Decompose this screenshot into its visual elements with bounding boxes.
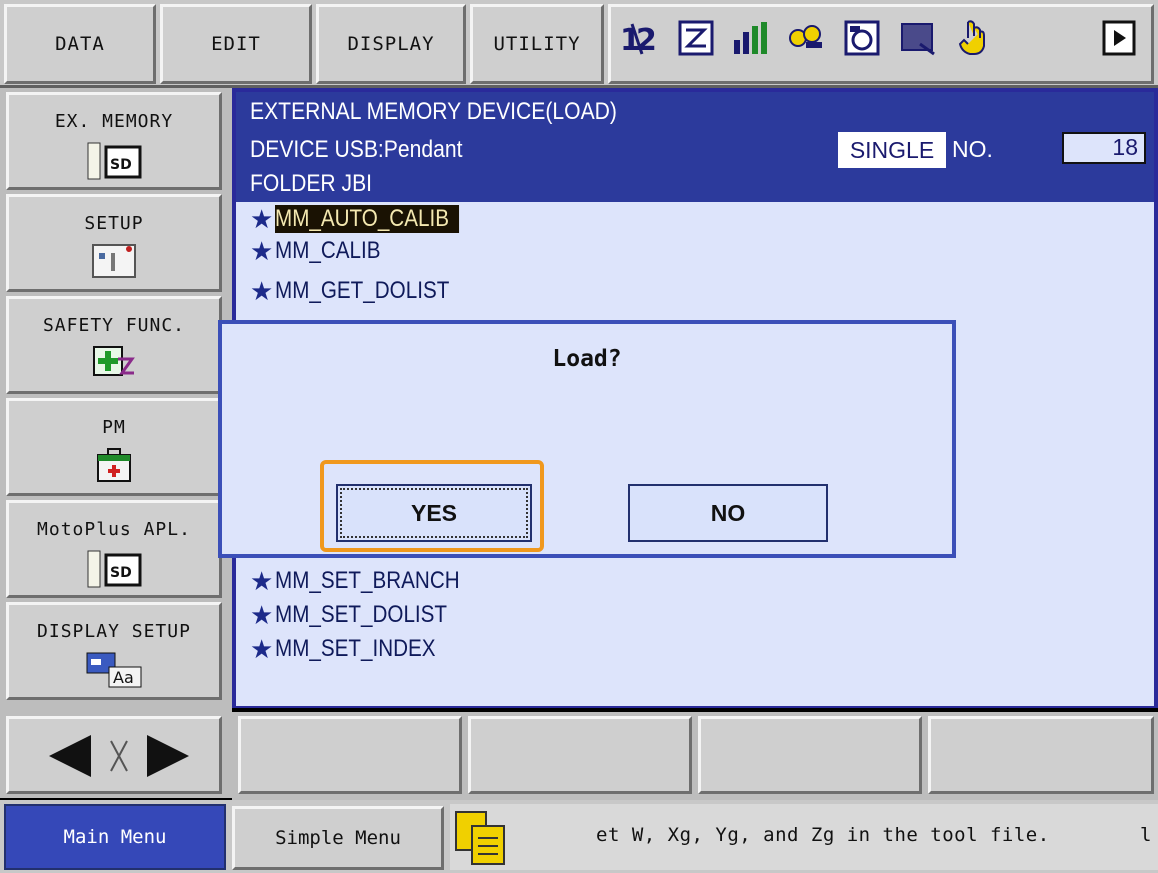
export-icon[interactable] — [898, 18, 938, 58]
star-icon: ★ — [250, 599, 274, 630]
play-icon[interactable] — [1100, 18, 1140, 58]
message-area: et W, Xg, Yg, and Zg in the tool file. l — [450, 804, 1158, 870]
simple-menu-button[interactable]: Simple Menu — [232, 806, 444, 870]
file-name: MM_CALIB — [275, 237, 381, 264]
file-name: MM_GET_DOLIST — [275, 277, 450, 304]
screen-title: EXTERNAL MEMORY DEVICE(LOAD) — [250, 98, 617, 125]
svg-text:SD: SD — [110, 565, 132, 581]
sidebar-item-label: SETUP — [84, 213, 144, 234]
stack-icon[interactable] — [842, 18, 882, 58]
file-list-item[interactable]: ★ MM_SET_DOLIST — [250, 600, 475, 630]
no-label: NO. — [952, 136, 993, 162]
sd-card-icon: SD — [87, 550, 142, 588]
menu-utility-label: UTILITY — [493, 33, 581, 55]
page-arrows-icon — [49, 735, 189, 777]
menu-utility-button[interactable]: UTILITY — [470, 4, 604, 84]
file-list-item[interactable]: ★ MM_CALIB — [250, 236, 398, 266]
safety-icon — [93, 346, 135, 376]
mode-selector[interactable]: SINGLE — [838, 132, 946, 168]
menu-display-button[interactable]: DISPLAY — [316, 4, 466, 84]
number-icon[interactable]: 1 2 — [618, 18, 658, 58]
svg-text:SD: SD — [110, 157, 132, 173]
sidebar-item-motoplus-apl[interactable]: MotoPlus APL. SD — [6, 500, 222, 598]
function-key-3[interactable] — [698, 716, 922, 794]
sidebar-item-setup[interactable]: SETUP — [6, 194, 222, 292]
sidebar-item-label: SAFETY FUNC. — [42, 315, 186, 336]
sidebar-item-pm[interactable]: PM — [6, 398, 222, 496]
file-name: MM_AUTO_CALIB — [275, 205, 460, 233]
first-aid-icon — [97, 448, 131, 482]
menu-data-button[interactable]: DATA — [4, 4, 156, 84]
device-info: DEVICE USB:Pendant — [250, 136, 463, 163]
svg-text:2: 2 — [636, 23, 657, 58]
function-key-1[interactable] — [238, 716, 462, 794]
mode-value: SINGLE — [849, 136, 935, 163]
file-list-item[interactable]: ★ MM_SET_BRANCH — [250, 566, 490, 596]
status-message-tail: l — [1140, 824, 1152, 846]
file-name: MM_SET_BRANCH — [275, 567, 460, 594]
sidebar-item-label: EX. MEMORY — [54, 111, 174, 132]
sidebar-item-safety-func[interactable]: SAFETY FUNC. — [6, 296, 222, 394]
file-list-item[interactable]: ★ MM_GET_DOLIST — [250, 276, 478, 306]
status-message: et W, Xg, Yg, and Zg in the tool file. — [596, 824, 1050, 846]
keys-icon[interactable] — [786, 18, 826, 58]
menu-edit-label: EDIT — [211, 33, 261, 55]
sidebar-page-toggle[interactable] — [6, 716, 222, 794]
file-name: MM_SET_INDEX — [275, 635, 436, 662]
menu-edit-button[interactable]: EDIT — [160, 4, 312, 84]
no-label: NO — [710, 499, 746, 526]
file-list-item[interactable]: ★ MM_AUTO_CALIB — [250, 204, 490, 234]
main-menu-label: Main Menu — [63, 826, 167, 848]
setup-panel-icon — [92, 244, 136, 278]
number-value: 18 — [1112, 134, 1138, 160]
star-icon: ★ — [250, 235, 274, 266]
sidebar-item-ex-memory[interactable]: EX. MEMORY SD — [6, 92, 222, 190]
main-menu-button[interactable]: Main Menu — [4, 804, 226, 870]
star-icon: ★ — [250, 203, 274, 234]
sidebar-item-label: DISPLAY SETUP — [37, 621, 191, 642]
sidebar-item-label: PM — [102, 417, 126, 438]
simple-menu-label: Simple Menu — [275, 827, 401, 849]
sidebar-item-label: MotoPlus APL. — [37, 519, 191, 540]
sidebar-item-display-setup[interactable]: DISPLAY SETUP Aa — [6, 602, 222, 700]
file-name: MM_SET_DOLIST — [275, 601, 448, 628]
chart-icon[interactable] — [730, 18, 770, 58]
number-field[interactable]: 18 — [1062, 132, 1146, 164]
hand-pointer-icon[interactable] — [952, 18, 992, 58]
star-icon: ★ — [250, 565, 274, 596]
star-icon: ★ — [250, 633, 274, 664]
function-key-2[interactable] — [468, 716, 692, 794]
yes-button-highlight — [320, 460, 544, 552]
message-icon[interactable] — [454, 810, 508, 866]
menu-data-label: DATA — [55, 33, 105, 55]
file-list-item[interactable]: ★ MM_SET_INDEX — [250, 634, 462, 664]
star-icon: ★ — [250, 275, 274, 306]
screen-header: EXTERNAL MEMORY DEVICE(LOAD) DEVICE USB:… — [236, 92, 1154, 202]
folder-info: FOLDER JBI — [250, 170, 373, 197]
edit-icon[interactable] — [676, 18, 716, 58]
function-key-4[interactable] — [928, 716, 1154, 794]
menu-display-label: DISPLAY — [347, 33, 435, 55]
no-button[interactable]: NO — [628, 484, 828, 542]
svg-text:Aa: Aa — [113, 668, 134, 687]
font-settings-icon: Aa — [86, 652, 142, 688]
sd-card-icon: SD — [87, 142, 142, 180]
dialog-title: Load? — [552, 346, 622, 372]
